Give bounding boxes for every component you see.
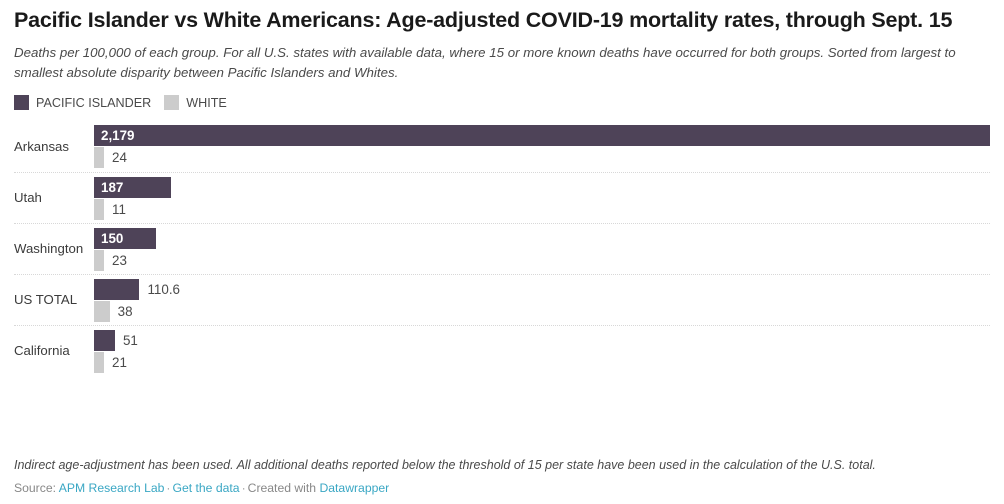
- bar-value-label: 150: [101, 231, 124, 246]
- source-prefix: Source:: [14, 481, 57, 495]
- bar-row-bars: 2,179 24: [94, 125, 990, 168]
- bar-line: 24: [94, 147, 990, 168]
- bar-value-label: 51: [122, 333, 138, 348]
- legend-label-pacific-islander: PACIFIC ISLANDER: [36, 95, 152, 110]
- bar-row-bars: 110.6 38: [94, 279, 990, 322]
- bar-row: Washington 150 23: [14, 223, 990, 274]
- bar-row-label: US TOTAL: [14, 292, 78, 307]
- legend-item-pacific-islander[interactable]: PACIFIC ISLANDER: [14, 95, 151, 110]
- chart-subtitle: Deaths per 100,000 of each group. For al…: [14, 45, 956, 80]
- bar-row-label: Utah: [14, 190, 42, 205]
- bar-row: US TOTAL 110.6 38: [14, 274, 990, 325]
- bar-line: 38: [94, 301, 990, 322]
- bar-white[interactable]: [94, 301, 110, 322]
- bar-white[interactable]: [94, 147, 104, 168]
- bar-white[interactable]: [94, 250, 104, 271]
- page-title: Pacific Islander vs White Americans: Age…: [14, 8, 953, 32]
- bar-pacific-islander[interactable]: [94, 279, 140, 300]
- bar-row-label: Arkansas: [14, 138, 69, 154]
- bar-row-label: Washington: [14, 241, 84, 256]
- bar-rows: Arkansas 2,179 24 Utah 187 11 Washington 150 23 U…: [14, 121, 990, 376]
- bar-value-label: 24: [112, 150, 127, 165]
- bar-value-label: 38: [117, 304, 133, 319]
- bar-value-label: 21: [112, 355, 127, 370]
- source-link-apm-research-lab[interactable]: APM Research Lab: [59, 481, 165, 495]
- bar-line: 150: [94, 228, 990, 249]
- legend-swatch-icon-pacific-islander: [14, 95, 29, 110]
- bar-line: 23: [94, 250, 990, 271]
- bar-value-label: 110.6: [147, 282, 180, 297]
- created-with-label: Created with: [247, 481, 317, 495]
- chart-container: Pacific Islander vs White Americans: Age…: [0, 0, 1004, 504]
- bar-value-label: 187: [101, 180, 124, 195]
- chart-footer: Indirect age-adjustment has been used. A…: [14, 456, 990, 496]
- chart-source: Source: APM Research Lab · Get the data · Cr…: [14, 480, 990, 496]
- bar-value-label: 23: [112, 253, 127, 268]
- legend-swatch-icon-white: [164, 95, 180, 110]
- bar-line: 21: [94, 352, 990, 373]
- bar-line: 187: [94, 177, 990, 198]
- bar-row-label: California: [14, 343, 70, 358]
- bar-value-label: 11: [112, 202, 126, 217]
- bar-line: 11: [94, 199, 990, 220]
- bar-line: 51: [94, 330, 990, 351]
- bar-value-label: 2,179: [101, 128, 135, 143]
- get-the-data-link[interactable]: Get the data: [172, 481, 239, 495]
- bar-pacific-islander[interactable]: [94, 330, 115, 351]
- bar-line: 2,179: [94, 125, 990, 146]
- source-separator-2: ·: [241, 481, 246, 495]
- bar-row-bars: 51 21: [94, 330, 990, 373]
- bar-pacific-islander[interactable]: [94, 125, 990, 146]
- bar-row: Utah 187 11: [14, 172, 990, 223]
- chart-footnote: Indirect age-adjustment has been used. A…: [14, 456, 990, 474]
- bar-white[interactable]: [94, 352, 104, 373]
- bar-line: 110.6: [94, 279, 990, 300]
- bar-row-bars: 150 23: [94, 228, 990, 271]
- legend-label-white: WHITE: [186, 95, 227, 110]
- bar-white[interactable]: [94, 199, 104, 220]
- bar-row: California 51 21: [14, 325, 990, 376]
- chart-legend: PACIFIC ISLANDER WHITE: [14, 95, 990, 110]
- bar-row: Arkansas 2,179 24: [14, 121, 990, 172]
- datawrapper-link[interactable]: Datawrapper: [319, 481, 389, 495]
- bar-row-bars: 187 11: [94, 177, 990, 220]
- legend-item-white[interactable]: WHITE: [164, 95, 227, 110]
